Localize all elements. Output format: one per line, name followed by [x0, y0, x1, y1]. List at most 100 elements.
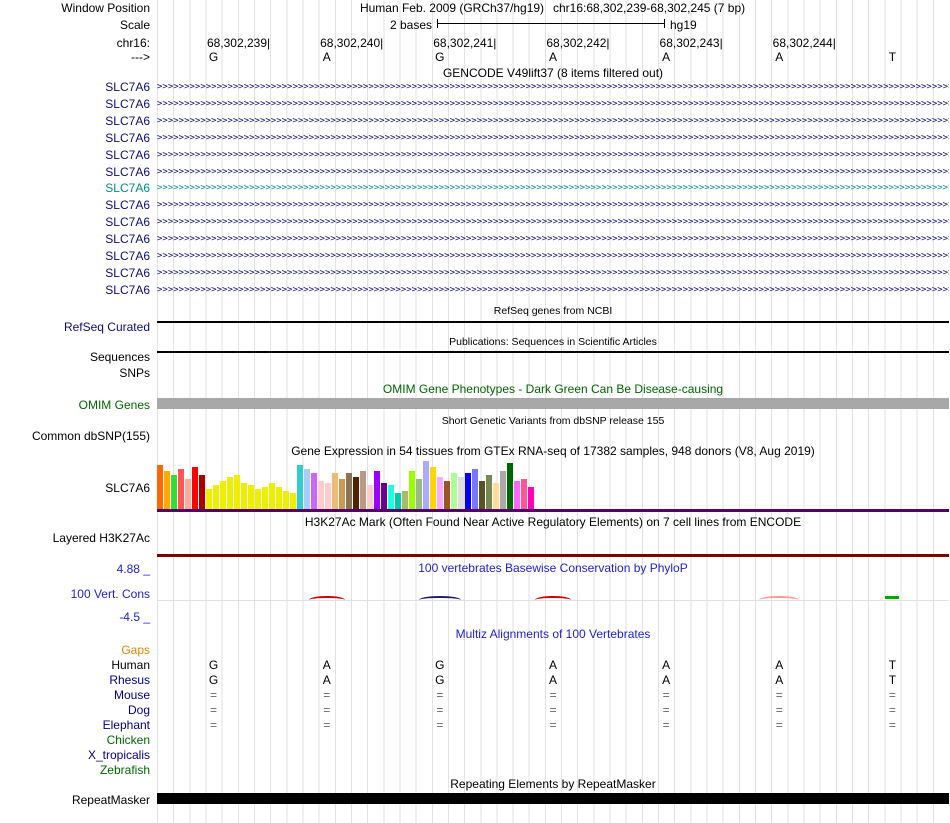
gencode-transcript[interactable]: >>>>>>>>>>>>>>>>>>>>>>>>>>>>>>>>>>>>>>>>…: [157, 249, 949, 264]
species-label[interactable]: Rhesus: [1, 673, 150, 687]
label-conservation-max: 4.88 _: [116, 562, 150, 576]
gencode-transcript[interactable]: >>>>>>>>>>>>>>>>>>>>>>>>>>>>>>>>>>>>>>>>…: [157, 215, 949, 230]
alignment-row: [157, 748, 949, 762]
gencode-gene-label[interactable]: SLC7A6: [1, 80, 150, 94]
base-letter: =: [323, 688, 331, 702]
gtex-expression-bar: [157, 465, 163, 509]
gencode-gene-label[interactable]: SLC7A6: [1, 198, 150, 212]
gtex-expression-bar: [325, 483, 331, 509]
gencode-transcript[interactable]: >>>>>>>>>>>>>>>>>>>>>>>>>>>>>>>>>>>>>>>>…: [157, 283, 949, 298]
gtex-expression-bar: [332, 473, 338, 509]
label-gtex-gene[interactable]: SLC7A6: [1, 481, 150, 495]
species-label[interactable]: Mouse: [1, 688, 150, 702]
gencode-transcript[interactable]: >>>>>>>>>>>>>>>>>>>>>>>>>>>>>>>>>>>>>>>>…: [157, 181, 949, 196]
ruler-position-label: 68,302,240|: [320, 36, 384, 50]
gencode-transcript[interactable]: >>>>>>>>>>>>>>>>>>>>>>>>>>>>>>>>>>>>>>>>…: [157, 232, 949, 247]
base-letter: =: [549, 688, 557, 702]
gtex-expression-bar: [220, 481, 226, 509]
alignment-row: [157, 733, 949, 747]
gtex-expression-bar: [164, 471, 170, 509]
base-letter: =: [210, 703, 218, 717]
gencode-gene-label[interactable]: SLC7A6: [1, 131, 150, 145]
gencode-transcript[interactable]: >>>>>>>>>>>>>>>>>>>>>>>>>>>>>>>>>>>>>>>>…: [157, 266, 949, 281]
base-letter: G: [208, 658, 219, 672]
repeatmasker-title: Repeating Elements by RepeatMasker: [450, 777, 656, 791]
base-letter: A: [322, 658, 331, 672]
base-letter: =: [210, 718, 218, 732]
label-window-position: Window Position: [61, 1, 150, 15]
gencode-transcript[interactable]: >>>>>>>>>>>>>>>>>>>>>>>>>>>>>>>>>>>>>>>>…: [157, 131, 949, 146]
gencode-gene-label[interactable]: SLC7A6: [1, 266, 150, 280]
base-letter: A: [775, 50, 784, 64]
base-letter: G: [208, 50, 219, 64]
label-snps[interactable]: SNPs: [1, 366, 150, 380]
gtex-expression-bar: [276, 487, 282, 509]
gtex-expression-bar: [493, 483, 499, 509]
gtex-expression-bar: [311, 473, 317, 509]
species-label[interactable]: X_tropicalis: [1, 748, 150, 762]
gencode-transcript[interactable]: >>>>>>>>>>>>>>>>>>>>>>>>>>>>>>>>>>>>>>>>…: [157, 80, 949, 95]
alignment-row: [157, 763, 949, 777]
label-conservation-track[interactable]: 100 Vert. Cons: [1, 587, 150, 601]
gencode-gene-label[interactable]: SLC7A6: [1, 283, 150, 297]
gtex-bar-chart: [157, 461, 537, 509]
label-refseq-curated[interactable]: RefSeq Curated: [1, 320, 150, 334]
species-label[interactable]: Elephant: [1, 718, 150, 732]
ruler-row: 68,302,239| 68,302,240| 68,302,241| 68,302,…: [157, 36, 949, 50]
base-letter: =: [662, 688, 670, 702]
gtex-expression-bar: [241, 483, 247, 509]
h3k27ac-track-line[interactable]: [157, 554, 949, 557]
gencode-transcript[interactable]: >>>>>>>>>>>>>>>>>>>>>>>>>>>>>>>>>>>>>>>>…: [157, 114, 949, 129]
gtex-expression-bar: [290, 493, 296, 509]
gtex-expression-bar: [465, 473, 471, 509]
label-omim-genes[interactable]: OMIM Genes: [1, 398, 150, 412]
track-area: Human Feb. 2009 (GRCh37/hg19) chr16:68,3…: [157, 0, 949, 823]
publications-track-line[interactable]: [157, 351, 949, 353]
gencode-transcript[interactable]: >>>>>>>>>>>>>>>>>>>>>>>>>>>>>>>>>>>>>>>>…: [157, 148, 949, 163]
gtex-expression-bar: [227, 477, 233, 509]
gtex-title: Gene Expression in 54 tissues from GTEx …: [291, 444, 815, 458]
gencode-gene-label[interactable]: SLC7A6: [1, 165, 150, 179]
label-repeatmasker[interactable]: RepeatMasker: [1, 793, 150, 807]
gtex-expression-bar: [395, 493, 401, 509]
window-position-value: chr16:68,302,239-68,302,245 (7 bp): [553, 1, 746, 15]
label-layered-h3k27ac[interactable]: Layered H3K27Ac: [1, 531, 150, 545]
omim-title: OMIM Gene Phenotypes - Dark Green Can Be…: [382, 382, 724, 396]
repeatmasker-feature-bar[interactable]: [157, 793, 949, 804]
gtex-expression-bar: [423, 461, 429, 509]
refseq-track-line[interactable]: [157, 321, 949, 323]
gencode-gene-label[interactable]: SLC7A6: [1, 148, 150, 162]
base-letter: =: [775, 703, 783, 717]
alignment-row: GAGAAAT: [157, 673, 949, 687]
species-label[interactable]: Dog: [1, 703, 150, 717]
base-letter: =: [888, 718, 896, 732]
gencode-transcript[interactable]: >>>>>>>>>>>>>>>>>>>>>>>>>>>>>>>>>>>>>>>>…: [157, 165, 949, 180]
base-letter: =: [888, 703, 896, 717]
alignment-row: GAGAAAT: [157, 658, 949, 672]
base-letter: G: [435, 658, 445, 672]
gencode-transcript[interactable]: >>>>>>>>>>>>>>>>>>>>>>>>>>>>>>>>>>>>>>>>…: [157, 198, 949, 213]
gtex-expression-bar: [304, 469, 310, 509]
gtex-expression-bar: [248, 485, 254, 509]
gencode-gene-label[interactable]: SLC7A6: [1, 97, 150, 111]
gtex-expression-bar: [353, 477, 359, 509]
gencode-transcript[interactable]: >>>>>>>>>>>>>>>>>>>>>>>>>>>>>>>>>>>>>>>>…: [157, 97, 949, 112]
species-label[interactable]: Chicken: [1, 733, 150, 747]
gencode-gene-label[interactable]: SLC7A6: [1, 215, 150, 229]
gencode-gene-label[interactable]: SLC7A6: [1, 232, 150, 246]
gtex-expression-bar: [318, 481, 324, 509]
label-gaps: Gaps: [121, 643, 150, 657]
omim-feature-bar[interactable]: [157, 398, 949, 409]
label-sequences[interactable]: Sequences: [1, 350, 150, 364]
conservation-mark: [885, 596, 899, 599]
base-letter: =: [210, 688, 218, 702]
label-chromosome: chr16:: [116, 36, 150, 50]
species-label[interactable]: Zebrafish: [1, 763, 150, 777]
gtex-expression-bar: [514, 481, 520, 509]
species-label[interactable]: Human: [1, 658, 150, 672]
label-common-dbsnp[interactable]: Common dbSNP(155): [1, 429, 150, 443]
gencode-gene-label[interactable]: SLC7A6: [1, 114, 150, 128]
gencode-gene-label[interactable]: SLC7A6: [1, 181, 150, 195]
gencode-gene-label[interactable]: SLC7A6: [1, 249, 150, 263]
gtex-expression-bar: [486, 475, 492, 509]
